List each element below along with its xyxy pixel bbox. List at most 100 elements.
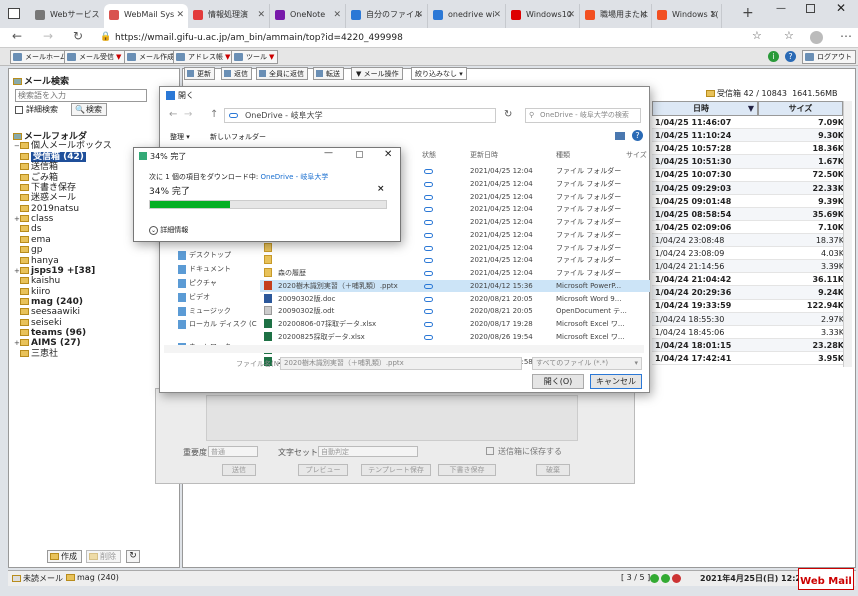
file-row[interactable]: 2021/04/25 12:04 ファイル フォルダー: [260, 242, 650, 255]
preview-button[interactable]: プレビュー: [298, 464, 348, 476]
nav-pane-item[interactable]: ミュージック: [178, 306, 231, 316]
mail-row[interactable]: 1/04/25 09:29:03 22.33K: [652, 181, 850, 195]
save-sent-checkbox[interactable]: [486, 447, 494, 455]
col-size-header[interactable]: サイズ: [626, 150, 647, 160]
next-page-icon[interactable]: [661, 574, 670, 583]
folder-item[interactable]: kiiro: [14, 287, 50, 297]
mail-row[interactable]: 1/04/24 21:04:42 36.11K: [652, 273, 850, 287]
info-icon[interactable]: i: [768, 51, 779, 62]
file-row[interactable]: 20090302版.odt 2020/08/21 20:05 OpenDocumen…: [260, 305, 650, 318]
refresh-button[interactable]: 更新: [184, 67, 215, 80]
logout-button[interactable]: ログアウト: [802, 50, 856, 64]
folder-item[interactable]: seiseki: [14, 318, 62, 328]
mail-row[interactable]: 1/04/24 18:01:15 23.28K: [652, 338, 850, 352]
browser-tab[interactable]: onedrive wi ✕: [428, 4, 506, 28]
reply-all-button[interactable]: 全員に返信: [256, 67, 308, 80]
draft-save-button[interactable]: 下書き保存: [438, 464, 496, 476]
mail-row[interactable]: 1/04/24 17:42:41 3.95K: [652, 352, 850, 366]
folder-item[interactable]: ds: [14, 224, 41, 234]
file-row[interactable]: 20090302版.doc 2020/08/21 20:05 Microsoft W…: [260, 293, 650, 306]
dropdown-arrow-icon[interactable]: ▼: [225, 53, 230, 61]
address-book-button[interactable]: アドレス帳 ▼: [173, 50, 235, 64]
tab-close-icon[interactable]: ✕: [639, 4, 647, 26]
forward-icon[interactable]: →: [43, 29, 53, 43]
mail-row[interactable]: 1/04/24 23:08:09 4.03K: [652, 247, 850, 261]
view-options-icon[interactable]: [615, 132, 625, 140]
mail-row[interactable]: 1/04/24 18:45:06 3.33K: [652, 326, 850, 339]
search-button[interactable]: 🔍 検索: [71, 103, 107, 116]
browser-tab[interactable]: OneNote ✕: [270, 4, 346, 28]
dropdown-arrow-icon[interactable]: ▼: [269, 53, 274, 61]
folder-item[interactable]: 迷惑メール: [14, 193, 76, 203]
back-icon[interactable]: ←: [12, 29, 22, 43]
window-menu-icon[interactable]: [8, 8, 20, 19]
col-date-header[interactable]: 更新日時: [470, 150, 498, 160]
col-type-header[interactable]: 種類: [556, 150, 570, 160]
send-button[interactable]: 送信: [222, 464, 256, 476]
tab-close-icon[interactable]: ✕: [709, 4, 717, 26]
cancel-button[interactable]: キャンセル: [590, 374, 642, 389]
folder-item[interactable]: 受信箱 (42): [14, 152, 86, 162]
file-row[interactable]: 2021/04/25 12:04 ファイル フォルダー: [260, 254, 650, 267]
progress-details-toggle[interactable]: ⌄ 詳細情報: [149, 225, 188, 235]
mail-row[interactable]: 1/04/25 10:51:30 1.67K: [652, 155, 850, 169]
detail-search-checkbox[interactable]: [15, 106, 23, 114]
favorites-icon[interactable]: ☆: [784, 29, 794, 42]
mail-grid-scrollbar[interactable]: [843, 101, 852, 367]
reload-icon[interactable]: ↻: [73, 29, 83, 43]
col-status-header[interactable]: 状態: [422, 150, 436, 160]
nav-pane-item[interactable]: ビデオ: [178, 292, 210, 302]
filter-select[interactable]: 絞り込みなし ▾: [411, 67, 467, 80]
prev-page-icon[interactable]: [650, 574, 659, 583]
unread-folder-link[interactable]: mag (240): [66, 573, 119, 582]
browser-tab[interactable]: 自分のファイル ✕: [346, 4, 428, 28]
maximize-icon[interactable]: [806, 4, 815, 13]
file-row[interactable]: 森の履歴 2021/04/25 12:04 ファイル フォルダー: [260, 267, 650, 280]
mail-row[interactable]: 1/04/24 21:14:56 3.39K: [652, 260, 850, 274]
tools-button[interactable]: ツール ▼: [231, 50, 279, 64]
help-icon[interactable]: ?: [785, 51, 796, 62]
mail-row[interactable]: 1/04/24 20:29:36 9.24K: [652, 286, 850, 300]
progress-maximize-icon[interactable]: [356, 151, 363, 158]
folder-item[interactable]: ema: [14, 235, 51, 245]
column-header-size[interactable]: サイズ: [758, 101, 843, 116]
folder-item[interactable]: 下書き保存: [14, 183, 76, 193]
delete-folder-button[interactable]: 削除: [86, 550, 121, 563]
tab-close-icon[interactable]: ✕: [493, 4, 501, 26]
new-tab-button[interactable]: +: [742, 5, 754, 21]
folder-item[interactable]: 送信箱: [14, 162, 58, 172]
browser-tab[interactable]: WebMail Sys ✕: [104, 4, 188, 28]
profile-avatar[interactable]: [810, 31, 823, 44]
mail-receive-button[interactable]: メール受信 ▼: [64, 50, 126, 64]
file-row[interactable]: 20200806-07採取データ.xlsx 2020/08/17 19:28 Mic…: [260, 318, 650, 331]
forward-button[interactable]: 転送: [313, 67, 344, 80]
open-button[interactable]: 開く(O): [532, 374, 584, 389]
folder-item[interactable]: + AIMS (27): [14, 338, 81, 348]
mail-row[interactable]: 1/04/24 19:33:59 122.94K: [652, 299, 850, 313]
mail-row[interactable]: 1/04/25 10:57:28 18.36K: [652, 142, 850, 156]
tab-close-icon[interactable]: ✕: [257, 4, 265, 26]
discard-button[interactable]: 破棄: [536, 464, 570, 476]
column-header-date[interactable]: 日時 ▼: [652, 101, 758, 116]
mail-row[interactable]: 1/04/25 02:09:06 7.10K: [652, 221, 850, 235]
browser-tab[interactable]: 情報処理演 ✕: [188, 4, 270, 28]
folder-item[interactable]: gp: [14, 245, 42, 255]
charset-select[interactable]: 自動判定: [318, 446, 418, 457]
mail-row[interactable]: 1/04/25 10:07:30 72.50K: [652, 168, 850, 182]
mail-ops-dropdown[interactable]: ▼ メール操作: [351, 67, 403, 80]
favorite-star-icon[interactable]: ☆: [752, 29, 762, 42]
mail-row[interactable]: 1/04/24 23:08:48 18.37K: [652, 233, 850, 248]
file-row[interactable]: 20200825採取データ.xlsx 2020/08/26 19:54 Micros…: [260, 331, 650, 344]
dialog-refresh-icon[interactable]: ↻: [504, 109, 512, 120]
close-window-icon[interactable]: ✕: [836, 1, 846, 15]
template-save-button[interactable]: テンプレート保存: [361, 464, 431, 476]
mail-compose-button[interactable]: メール作成: [124, 50, 178, 64]
browser-tab[interactable]: Windows 1(✕: [652, 4, 722, 28]
mail-row[interactable]: 1/04/25 11:10:24 9.30K: [652, 129, 850, 143]
refresh-folders-icon[interactable]: ↻: [126, 550, 140, 563]
folder-item[interactable]: hanya: [14, 256, 59, 266]
new-folder-button[interactable]: 新しいフォルダー: [210, 132, 266, 142]
mail-row[interactable]: 1/04/25 08:58:54 35.69K: [652, 207, 850, 221]
progress-minimize-icon[interactable]: —: [324, 148, 333, 158]
more-menu-icon[interactable]: ⋯: [840, 29, 852, 43]
